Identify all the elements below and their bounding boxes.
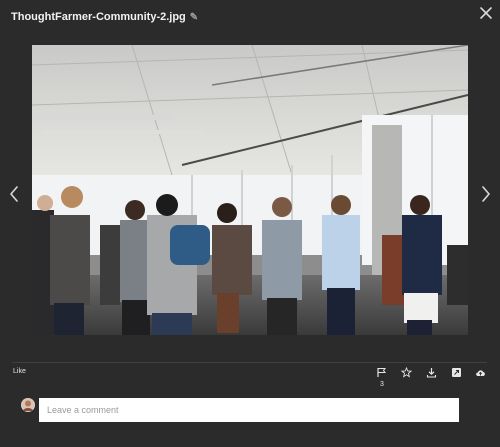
photo-content [32,45,468,335]
close-icon[interactable] [478,5,494,21]
photo [32,45,468,335]
file-name: ThoughtFarmer-Community-2.jpg [11,11,186,23]
pencil-icon[interactable]: ✎ [190,12,198,23]
open-external-icon[interactable] [451,367,462,378]
flag-icon[interactable] [376,367,387,378]
chevron-right-icon[interactable] [480,185,492,203]
flag-count: 3 [380,381,384,388]
star-icon[interactable] [401,367,412,378]
action-bar [0,367,500,387]
avatar-image [21,398,35,412]
avatar [21,398,35,412]
divider [12,362,487,363]
chevron-left-icon[interactable] [8,185,20,203]
header-title: ThoughtFarmer-Community-2.jpg ✎ [11,11,198,23]
cloud-upload-icon[interactable] [475,367,486,378]
comment-input[interactable] [39,398,459,422]
download-icon[interactable] [426,367,437,378]
